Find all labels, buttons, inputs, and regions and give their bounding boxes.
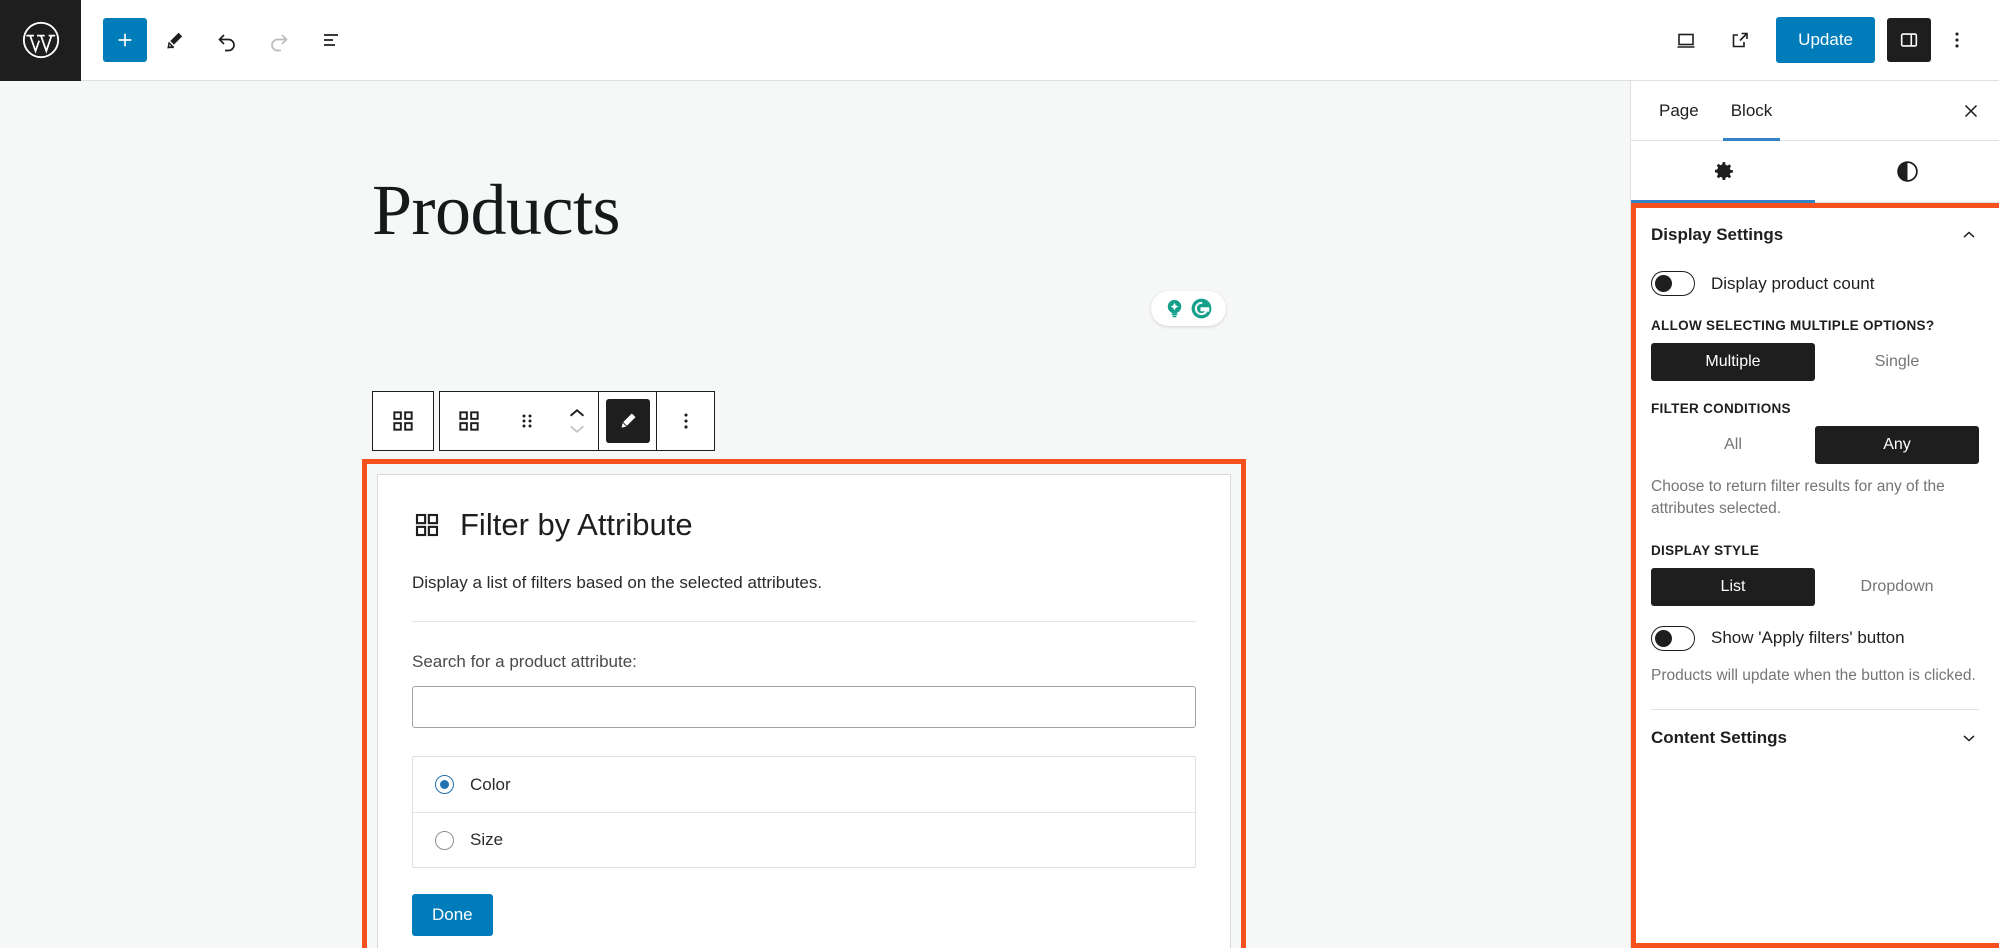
view-site-external-link-button[interactable] bbox=[1716, 16, 1764, 64]
option-single[interactable]: Single bbox=[1815, 343, 1979, 381]
tab-settings-gear[interactable] bbox=[1631, 141, 1815, 203]
edit-tool-button[interactable] bbox=[151, 16, 199, 64]
list-view-button[interactable] bbox=[307, 16, 355, 64]
redo-button[interactable] bbox=[255, 16, 303, 64]
top-bar-left-tools bbox=[81, 16, 355, 64]
move-up-button[interactable] bbox=[566, 406, 588, 420]
editor-canvas: Products Filter by Attribute Display a l… bbox=[0, 81, 1630, 948]
attribute-search-input[interactable] bbox=[412, 686, 1196, 728]
display-style-label: DISPLAY STYLE bbox=[1651, 542, 1760, 558]
chevron-up-icon[interactable] bbox=[1959, 225, 1979, 245]
wordpress-logo[interactable] bbox=[0, 0, 81, 81]
apply-filters-toggle[interactable] bbox=[1651, 625, 1695, 651]
add-block-button[interactable] bbox=[103, 18, 147, 62]
filter-conditions-help: Choose to return filter results for any … bbox=[1651, 478, 1945, 518]
lightbulb-icon[interactable] bbox=[1163, 297, 1186, 320]
filter-conditions-label: FILTER CONDITIONS bbox=[1651, 401, 1791, 416]
selected-block-highlight[interactable]: Filter by Attribute Display a list of fi… bbox=[362, 459, 1246, 948]
option-all[interactable]: All bbox=[1651, 426, 1815, 464]
attribute-option-color[interactable]: Color bbox=[413, 757, 1195, 812]
block-toolbar-group bbox=[439, 391, 715, 451]
sidebar-tabs: Page Block bbox=[1631, 81, 1999, 141]
close-sidebar-button[interactable] bbox=[1943, 81, 1999, 140]
apply-filters-row[interactable]: Show 'Apply filters' button bbox=[1651, 625, 1979, 651]
attribute-option-label: Size bbox=[470, 830, 504, 849]
chevron-down-icon[interactable] bbox=[1959, 728, 1979, 748]
tab-page[interactable]: Page bbox=[1643, 81, 1715, 140]
done-button[interactable]: Done bbox=[412, 894, 493, 936]
undo-button[interactable] bbox=[203, 16, 251, 64]
move-down-button[interactable] bbox=[566, 422, 588, 436]
display-settings-header[interactable]: Display Settings bbox=[1651, 219, 1979, 259]
block-title: Filter by Attribute bbox=[460, 507, 693, 542]
block-toolbar bbox=[372, 391, 715, 451]
block-header: Filter by Attribute bbox=[412, 507, 1196, 543]
block-edit-button[interactable] bbox=[598, 392, 656, 450]
page-title: Products bbox=[372, 170, 621, 250]
option-any[interactable]: Any bbox=[1815, 426, 1979, 464]
drag-handle-icon[interactable] bbox=[498, 392, 556, 450]
settings-sidebar: Page Block Display Settings Display prod… bbox=[1630, 81, 1999, 948]
parent-block-selector-button[interactable] bbox=[372, 391, 434, 451]
allow-multiple-options-label: ALLOW SELECTING MULTIPLE OPTIONS? bbox=[1651, 318, 1935, 333]
settings-sidebar-toggle-button[interactable] bbox=[1887, 18, 1931, 62]
option-list[interactable]: List bbox=[1651, 567, 1815, 606]
editor-options-button[interactable] bbox=[1937, 16, 1977, 64]
radio-icon[interactable] bbox=[435, 830, 454, 850]
top-bar-right-tools: Update bbox=[1662, 16, 1999, 64]
preview-desktop-button[interactable] bbox=[1662, 16, 1710, 64]
content-settings-header[interactable]: Content Settings bbox=[1631, 710, 1999, 766]
option-multiple[interactable]: Multiple bbox=[1651, 343, 1815, 381]
pencil-icon bbox=[605, 399, 650, 443]
display-product-count-row[interactable]: Display product count bbox=[1651, 271, 1979, 296]
block-description: Display a list of filters based on the s… bbox=[412, 573, 1196, 622]
grammarly-g-icon[interactable] bbox=[1189, 296, 1214, 321]
display-product-count-toggle[interactable] bbox=[1651, 271, 1695, 296]
display-style-group: List Dropdown bbox=[1651, 567, 1979, 606]
attribute-search-label: Search for a product attribute: bbox=[412, 652, 637, 671]
attribute-option-label: Color bbox=[470, 774, 511, 794]
attribute-radio-list: Color Size bbox=[412, 756, 1196, 868]
tab-styles[interactable] bbox=[1815, 141, 1999, 202]
tab-block[interactable]: Block bbox=[1715, 81, 1789, 141]
radio-icon[interactable] bbox=[435, 775, 454, 794]
sidebar-panel: Display Settings Display product count A… bbox=[1631, 203, 1999, 948]
apply-filters-help: Products will update when the button is … bbox=[1651, 666, 1976, 684]
grammarly-widget[interactable] bbox=[1151, 291, 1226, 326]
block-type-button[interactable] bbox=[440, 392, 498, 450]
option-dropdown[interactable]: Dropdown bbox=[1815, 567, 1979, 606]
wordpress-block-editor: Update Products Filter by Attribute Disp… bbox=[0, 0, 1999, 948]
content-settings-title: Content Settings bbox=[1651, 728, 1787, 748]
attribute-option-size[interactable]: Size bbox=[413, 812, 1195, 867]
apply-filters-label: Show 'Apply filters' button bbox=[1711, 628, 1905, 648]
grid-blocks-icon bbox=[412, 510, 442, 540]
block-options-button[interactable] bbox=[656, 392, 714, 450]
display-settings-panel: Display Settings Display product count A… bbox=[1631, 203, 1999, 711]
filter-conditions-group: All Any bbox=[1651, 426, 1979, 464]
block-mover bbox=[556, 406, 598, 436]
editor-top-bar: Update bbox=[0, 0, 1999, 81]
allow-multiple-options-group: Multiple Single bbox=[1651, 343, 1979, 381]
sidebar-icon-tabs bbox=[1631, 141, 1999, 203]
update-button[interactable]: Update bbox=[1776, 17, 1875, 63]
editor-body: Products Filter by Attribute Display a l… bbox=[0, 81, 1999, 948]
display-product-count-label: Display product count bbox=[1711, 273, 1875, 293]
filter-by-attribute-block[interactable]: Filter by Attribute Display a list of fi… bbox=[377, 474, 1231, 948]
display-settings-title: Display Settings bbox=[1651, 225, 1784, 244]
